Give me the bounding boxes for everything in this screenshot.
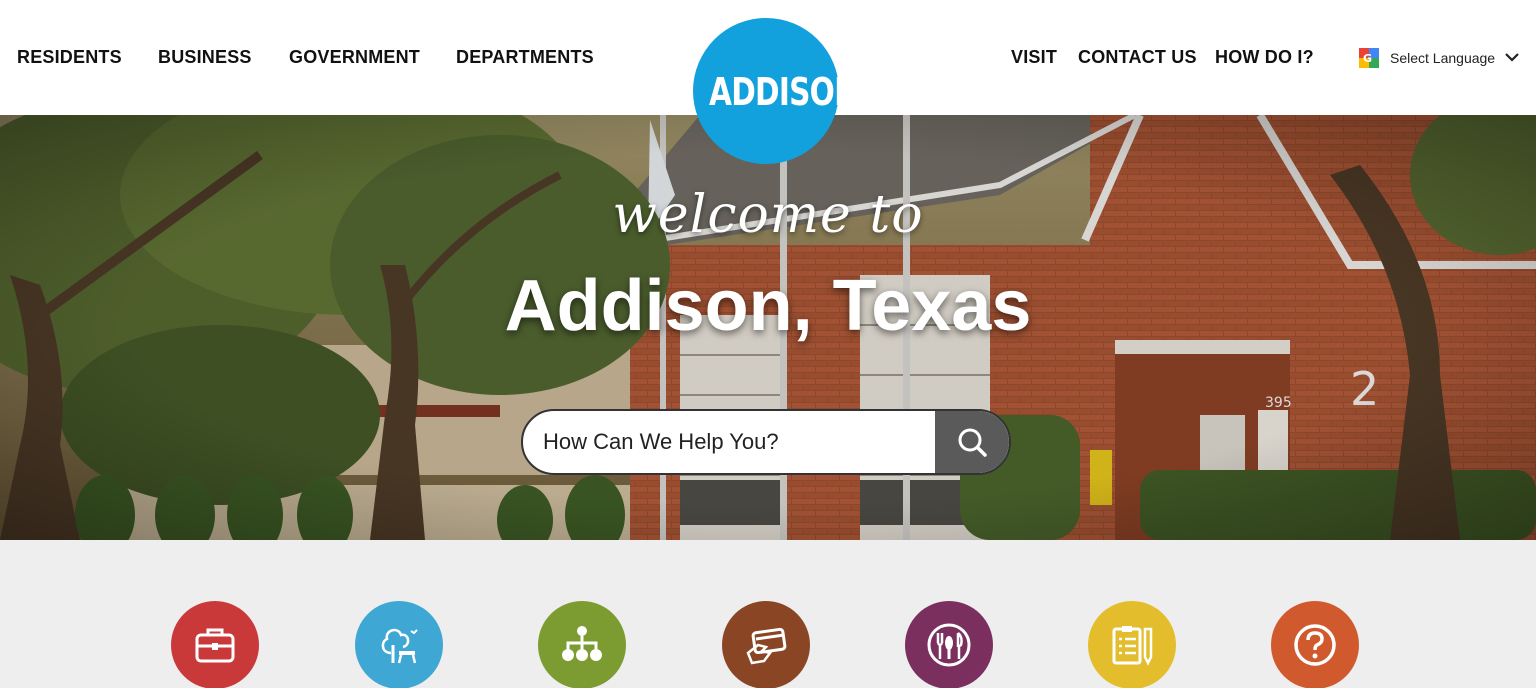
briefcase-icon <box>195 628 235 663</box>
language-label: Select Language <box>1390 50 1496 66</box>
quick-link-payments[interactable] <box>722 601 810 688</box>
logo-text: ADDISON <box>709 70 859 114</box>
dining-icon <box>927 623 971 667</box>
clipboard-icon <box>1112 626 1153 666</box>
quick-link-organization[interactable] <box>538 601 626 688</box>
quick-link-dining[interactable] <box>905 601 993 688</box>
svg-text:G: G <box>1363 52 1372 65</box>
quick-links-bar <box>0 540 1536 688</box>
quick-link-permits[interactable] <box>1088 601 1176 688</box>
nav-contact-us[interactable]: CONTACT US <box>1078 47 1197 68</box>
help-question-icon <box>1294 624 1336 666</box>
nav-departments[interactable]: DEPARTMENTS <box>456 47 594 68</box>
google-translate-icon: G <box>1359 48 1379 68</box>
park-tree-icon <box>381 628 418 664</box>
org-chart-icon <box>562 626 602 661</box>
search-icon <box>958 428 987 457</box>
quick-link-help[interactable] <box>1271 601 1359 688</box>
payment-card-icon <box>746 627 787 665</box>
site-search <box>521 409 1011 475</box>
hero-banner: 2 395 welcome to Addison, Texas <box>0 115 1536 540</box>
nav-residents[interactable]: RESIDENTS <box>17 47 122 68</box>
search-button[interactable] <box>935 411 1009 473</box>
hero-welcome-text: welcome to <box>612 185 924 245</box>
chevron-down-icon <box>1505 53 1519 62</box>
search-input[interactable] <box>523 411 937 473</box>
nav-business[interactable]: BUSINESS <box>158 47 252 68</box>
nav-visit[interactable]: VISIT <box>1011 47 1057 68</box>
quick-link-parks[interactable] <box>355 601 443 688</box>
hero-title: Addison, Texas <box>504 266 1032 346</box>
language-selector[interactable]: G Select Language <box>1359 47 1529 69</box>
addison-logo[interactable]: ADDISON <box>693 18 859 164</box>
nav-how-do-i[interactable]: HOW DO I? <box>1215 47 1314 68</box>
nav-government[interactable]: GOVERNMENT <box>289 47 420 68</box>
quick-link-business[interactable] <box>171 601 259 688</box>
